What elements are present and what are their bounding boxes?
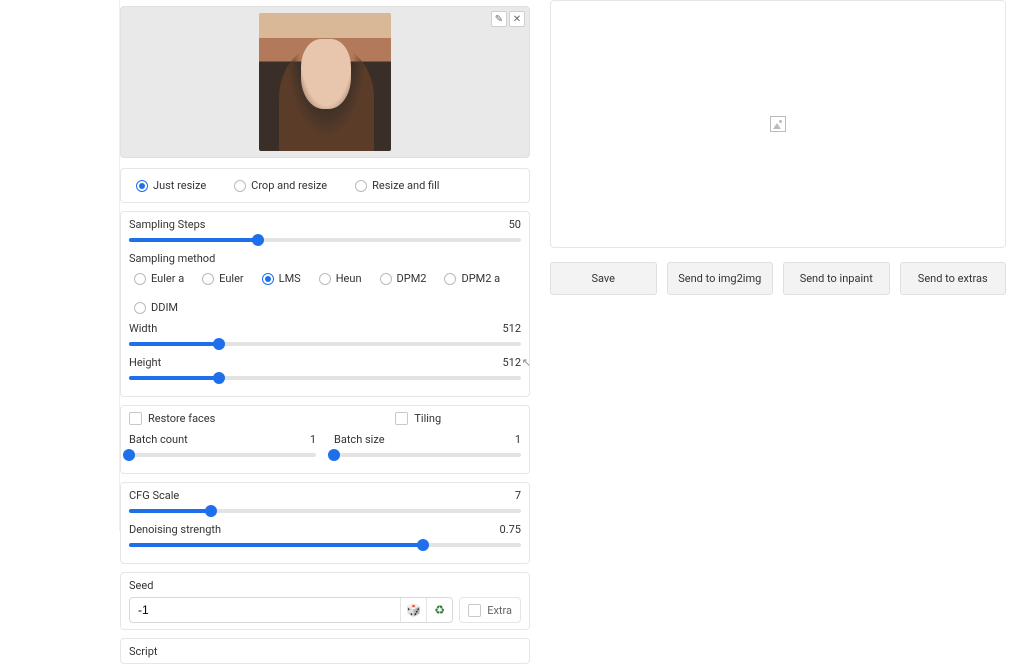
sampling-method-option-label: DDIM xyxy=(151,301,178,314)
radio-icon xyxy=(136,180,148,192)
width-value: 512 xyxy=(502,322,521,335)
batch-size-label: Batch size xyxy=(334,433,385,446)
send-to-extras-button[interactable]: Send to extras xyxy=(900,262,1007,295)
sampling-steps-thumb[interactable] xyxy=(252,234,264,246)
resize-mode-option[interactable]: Just resize xyxy=(129,175,213,196)
seed-extra-label: Extra xyxy=(487,604,512,617)
cfg-scale-value: 7 xyxy=(515,489,521,502)
sampling-method-option[interactable]: DPM2 a xyxy=(439,268,505,289)
batch-count-value: 1 xyxy=(310,433,316,446)
close-icon: ✕ xyxy=(513,14,521,25)
cursor-icon: ↖ xyxy=(522,356,531,369)
tiling-label: Tiling xyxy=(414,412,441,425)
image-placeholder-icon xyxy=(770,116,786,132)
seed-panel: Seed 🎲 ♻ Extra xyxy=(120,572,530,630)
output-column: Save Send to img2img Send to inpaint Sen… xyxy=(550,0,1024,531)
sampling-method-option-label: Heun xyxy=(336,272,362,285)
radio-icon xyxy=(444,273,456,285)
denoising-value: 0.75 xyxy=(500,523,521,536)
width-slider[interactable]: Width 512 xyxy=(129,322,521,350)
input-image-panel[interactable]: ✎ ✕ xyxy=(120,6,530,158)
cfg-scale-thumb[interactable] xyxy=(205,505,217,517)
sampling-method-option-label: LMS xyxy=(279,272,301,285)
sampling-method-option-label: DPM2 a xyxy=(461,272,500,285)
sampling-method-option[interactable]: LMS xyxy=(257,268,306,289)
denoising-label: Denoising strength xyxy=(129,523,221,536)
batch-count-slider[interactable]: Batch count 1 xyxy=(129,433,316,461)
denoising-slider[interactable]: Denoising strength 0.75 xyxy=(129,523,521,551)
sampling-method-option[interactable]: Euler a xyxy=(129,268,189,289)
radio-icon xyxy=(355,180,367,192)
resize-mode-option-label: Crop and resize xyxy=(251,179,327,192)
radio-icon xyxy=(319,273,331,285)
settings-column: ✎ ✕ Just resize Crop and resize Resize and… xyxy=(120,0,530,531)
batch-size-thumb[interactable] xyxy=(328,449,340,461)
height-slider[interactable]: Height 512 ↖ xyxy=(129,356,521,384)
radio-icon xyxy=(202,273,214,285)
seed-label: Seed xyxy=(129,579,453,592)
radio-icon xyxy=(380,273,392,285)
radio-icon xyxy=(262,273,274,285)
input-image-thumbnail xyxy=(259,13,391,151)
seed-extra-checkbox[interactable]: Extra xyxy=(459,597,521,623)
seed-random-button[interactable]: 🎲 xyxy=(400,598,426,622)
resize-mode-panel: Just resize Crop and resize Resize and fil… xyxy=(120,168,530,203)
sampling-method-option[interactable]: Euler xyxy=(197,268,248,289)
edit-image-button[interactable]: ✎ xyxy=(491,11,507,27)
sampling-method-option[interactable]: Heun xyxy=(314,268,367,289)
tiling-checkbox[interactable]: Tiling xyxy=(395,412,441,425)
resize-mode-option[interactable]: Crop and resize xyxy=(227,175,334,196)
batch-count-thumb[interactable] xyxy=(123,449,135,461)
radio-icon xyxy=(234,180,246,192)
cfg-scale-slider[interactable]: CFG Scale 7 xyxy=(129,489,521,517)
sampling-steps-slider[interactable]: Sampling Steps 50 xyxy=(129,218,521,246)
dice-icon: 🎲 xyxy=(406,603,421,617)
sampling-method-option-label: DPM2 xyxy=(397,272,427,285)
pencil-icon: ✎ xyxy=(495,14,503,25)
resize-mode-option-label: Just resize xyxy=(153,179,206,192)
batch-size-value: 1 xyxy=(515,433,521,446)
denoising-thumb[interactable] xyxy=(417,539,429,551)
height-value: 512 xyxy=(502,356,521,369)
seed-input[interactable] xyxy=(130,598,400,622)
height-thumb[interactable] xyxy=(213,372,225,384)
close-image-button[interactable]: ✕ xyxy=(509,11,525,27)
batch-size-slider[interactable]: Batch size 1 xyxy=(334,433,521,461)
radio-icon xyxy=(134,302,146,314)
sampling-method-option-label: Euler a xyxy=(151,272,184,285)
cfg-scale-label: CFG Scale xyxy=(129,489,179,502)
checkbox-icon xyxy=(468,604,481,617)
radio-icon xyxy=(134,273,146,285)
sampling-method-option-label: Euler xyxy=(219,272,243,285)
sampling-method-option[interactable]: DPM2 xyxy=(375,268,432,289)
sampling-method-option[interactable]: DDIM xyxy=(129,297,183,318)
sampling-steps-value: 50 xyxy=(509,218,521,231)
sampling-method-label: Sampling method xyxy=(129,252,521,265)
recycle-icon: ♻ xyxy=(434,603,445,617)
restore-faces-checkbox[interactable]: Restore faces xyxy=(129,412,215,425)
batch-count-label: Batch count xyxy=(129,433,188,446)
width-label: Width xyxy=(129,322,157,335)
resize-mode-option[interactable]: Resize and fill xyxy=(348,175,446,196)
sampling-steps-label: Sampling Steps xyxy=(129,218,205,231)
cfg-panel: CFG Scale 7 Denoising strength 0.75 xyxy=(120,482,530,564)
width-thumb[interactable] xyxy=(213,338,225,350)
checkbox-icon xyxy=(129,412,142,425)
output-image-panel[interactable] xyxy=(550,0,1006,248)
script-panel: Script xyxy=(120,638,530,664)
save-button[interactable]: Save xyxy=(550,262,657,295)
seed-reuse-button[interactable]: ♻ xyxy=(426,598,452,622)
sampling-panel: Sampling Steps 50 Sampling method Euler … xyxy=(120,211,530,397)
height-label: Height xyxy=(129,356,161,369)
resize-mode-option-label: Resize and fill xyxy=(372,179,439,192)
batch-panel: Restore faces Tiling Batch count 1 xyxy=(120,405,530,474)
left-gutter xyxy=(0,0,120,531)
send-to-inpaint-button[interactable]: Send to inpaint xyxy=(783,262,890,295)
checkbox-icon xyxy=(395,412,408,425)
restore-faces-label: Restore faces xyxy=(148,412,215,425)
script-label: Script xyxy=(129,645,521,658)
send-to-img2img-button[interactable]: Send to img2img xyxy=(667,262,774,295)
